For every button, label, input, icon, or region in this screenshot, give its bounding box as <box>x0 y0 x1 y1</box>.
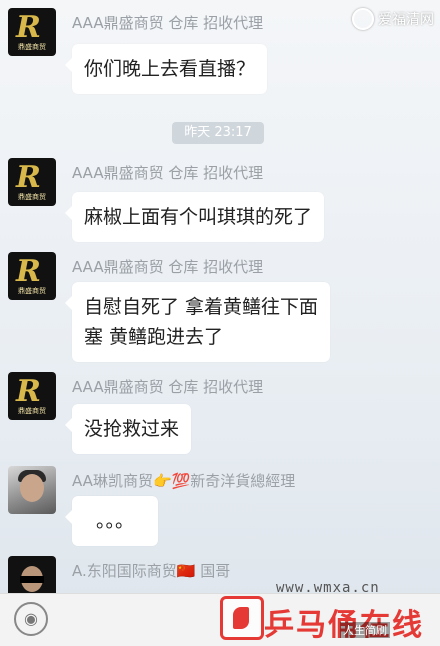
avatar[interactable]: R 鼎盛商贸 <box>8 252 56 300</box>
sender-name: A.东阳国际商贸🇨🇳 国哥 <box>72 562 231 580</box>
sender-name: AAA鼎盛商贸 仓库 招收代理 <box>72 258 264 276</box>
watermark-logo: 乒马俑在线 <box>220 596 434 643</box>
message-line: 塞 黄鳝跑进去了 <box>84 326 224 348</box>
time-divider: 昨天 23:17 <box>172 122 264 144</box>
sender-name: AAA鼎盛商贸 仓库 招收代理 <box>72 164 264 182</box>
avatar[interactable] <box>8 466 56 514</box>
logo-icon: R <box>16 254 41 289</box>
chat-message: R 鼎盛商贸 AAA鼎盛商贸 仓库 招收代理 没抢救过来 <box>8 372 432 462</box>
message-line: 自慰自死了 拿着黄鳝往下面 <box>84 296 319 318</box>
avatar[interactable]: R 鼎盛商贸 <box>8 372 56 420</box>
avatar[interactable]: R 鼎盛商贸 <box>8 8 56 56</box>
horse-icon <box>220 596 264 640</box>
message-bubble[interactable]: 没抢救过来 <box>64 404 192 454</box>
chat-message: R 鼎盛商贸 AAA鼎盛商贸 仓库 招收代理 自慰自死了 拿着黄鳝往下面 塞 黄… <box>8 252 432 362</box>
avatar-glasses <box>20 576 44 583</box>
logo-icon: R <box>16 374 41 409</box>
chat-message: R 鼎盛商贸 AAA鼎盛商贸 仓库 招收代理 麻椒上面有个叫琪琪的死了 <box>8 158 432 248</box>
avatar-face <box>20 474 44 502</box>
sender-name: AA琳凯商贸👉💯新奇洋貨總經理 <box>72 472 296 490</box>
logo-icon: R <box>16 160 41 195</box>
avatar[interactable]: R 鼎盛商贸 <box>8 158 56 206</box>
avatar-logo-text: 鼎盛商贸 <box>18 193 46 201</box>
sender-name: AAA鼎盛商贸 仓库 招收代理 <box>72 14 264 32</box>
chat-message: R 鼎盛商贸 AAA鼎盛商贸 仓库 招收代理 你们晚上去看直播？ <box>8 8 432 98</box>
chat-message: AA琳凯商贸👉💯新奇洋貨總經理 。。。 <box>8 466 432 546</box>
sender-name: AAA鼎盛商贸 仓库 招收代理 <box>72 378 264 396</box>
message-bubble[interactable]: 你们晚上去看直播？ <box>64 44 268 94</box>
voice-icon[interactable]: ◉ <box>14 602 48 636</box>
message-bubble[interactable]: 麻椒上面有个叫琪琪的死了 <box>64 192 325 242</box>
avatar-logo-text: 鼎盛商贸 <box>18 407 46 415</box>
avatar-logo-text: 鼎盛商贸 <box>18 287 46 295</box>
message-bubble[interactable]: 自慰自死了 拿着黄鳝往下面 塞 黄鳝跑进去了 <box>64 282 331 362</box>
watermark-url: www.wmxa.cn <box>276 580 380 596</box>
watermark-account: 人生简刷 <box>340 622 390 638</box>
avatar-logo-text: 鼎盛商贸 <box>18 43 46 51</box>
message-bubble[interactable]: 。。。 <box>65 496 158 546</box>
logo-icon: R <box>16 10 41 45</box>
